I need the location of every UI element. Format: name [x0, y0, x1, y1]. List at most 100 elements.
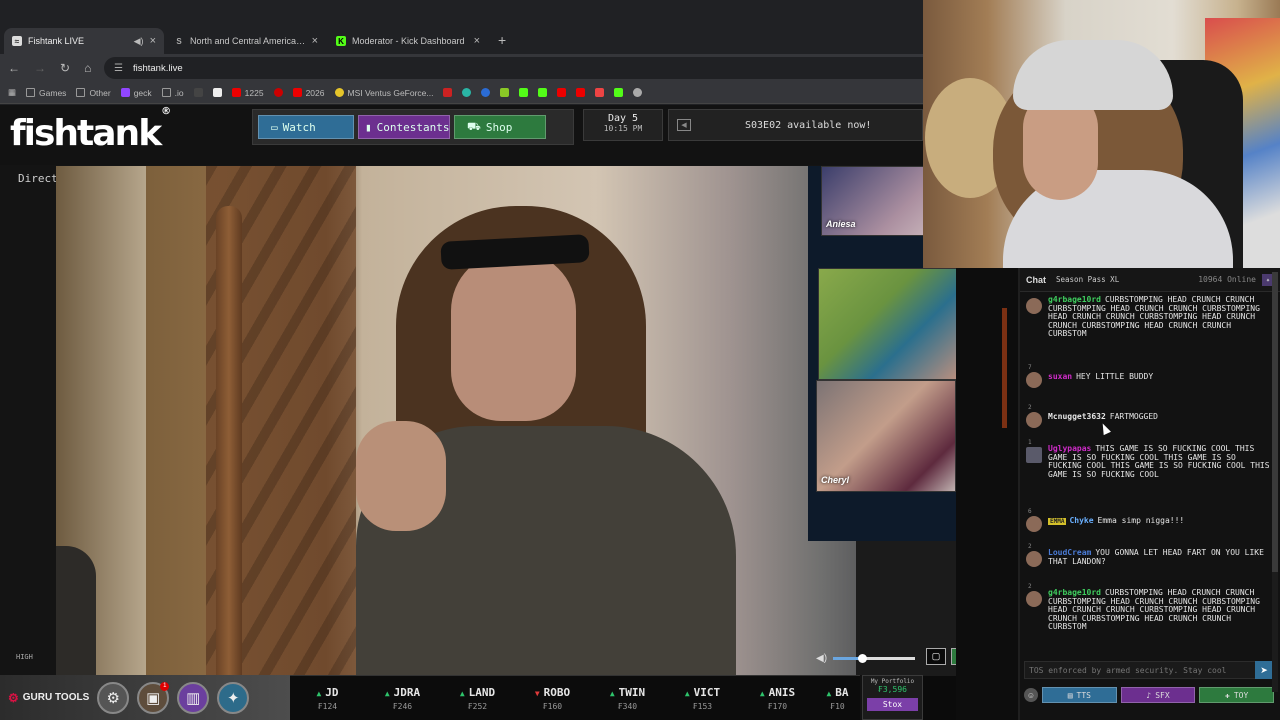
chat-tab[interactable]: Chat: [1026, 275, 1046, 285]
bookmark-games[interactable]: Games: [26, 88, 66, 98]
avatar: [1026, 372, 1042, 388]
stock-item[interactable]: ▲ JDRA ₣246: [365, 676, 440, 720]
stock-item[interactable]: ▲ JD ₣124: [290, 676, 365, 720]
chat-text: HEY LITTLE BUDDY: [1076, 372, 1154, 381]
bookmark-geck[interactable]: geck: [120, 88, 152, 98]
volume-knob[interactable]: [857, 654, 867, 663]
bookmark-2026[interactable]: 2026: [292, 88, 325, 98]
bookmark-other[interactable]: Other: [76, 88, 111, 98]
twitch-icon: [120, 88, 130, 97]
bookmark-icon-13[interactable]: [614, 88, 624, 97]
apps-icon[interactable]: ▦: [8, 87, 16, 98]
browser-tab-fishtank[interactable]: ≈ Fishtank LIVE ◀) ×: [4, 28, 164, 54]
camera-label: Cheryl: [821, 475, 850, 485]
stox-button[interactable]: Stox: [867, 698, 918, 711]
bookmark-icon-11[interactable]: [576, 88, 586, 97]
folder-icon: [161, 88, 171, 97]
camera-thumb-2[interactable]: [818, 268, 956, 380]
bookmark-icon-3[interactable]: [273, 88, 283, 97]
stock-item[interactable]: ▲ VICT ₣153: [665, 676, 740, 720]
chat-username[interactable]: suxan: [1048, 372, 1072, 381]
settings-button[interactable]: ⚙: [97, 681, 130, 714]
items-button[interactable]: ▥: [177, 681, 210, 714]
emoji-icon[interactable]: ☺: [1024, 688, 1038, 702]
tab-close-icon[interactable]: ×: [312, 35, 318, 47]
bookmark-icon-5[interactable]: [462, 88, 472, 97]
chat-message[interactable]: 7 suxan HEY LITTLE BUDDY: [1026, 364, 1270, 388]
send-icon[interactable]: ➤: [1255, 661, 1273, 679]
chat-input[interactable]: [1025, 662, 1255, 678]
volume-control[interactable]: ◀): [816, 653, 916, 664]
browser-tab-north-america[interactable]: S North and Central America: Co ×: [166, 28, 326, 54]
watch-button[interactable]: ▭ Watch: [258, 115, 354, 139]
inventory-button[interactable]: ▣ 1: [137, 681, 170, 714]
bookmark-msi[interactable]: MSI Ventus GeForce...: [334, 88, 433, 98]
bookmark-icon-12[interactable]: [595, 88, 605, 97]
contestants-button[interactable]: ▮ Contestants: [358, 115, 450, 139]
forward-icon[interactable]: →: [34, 61, 46, 75]
chat-message[interactable]: g4rbage10rd CURBSTOMPING HEAD CRUNCH CRUN…: [1026, 295, 1270, 339]
home-icon[interactable]: ⌂: [84, 61, 91, 75]
bookmark-icon-10[interactable]: [557, 88, 567, 97]
fishtank-logo[interactable]: fishtank®: [10, 106, 171, 154]
stock-name: VICT: [693, 686, 721, 699]
chat-message[interactable]: 1 Uglypapas THIS GAME IS SO FUCKING COOL …: [1026, 439, 1270, 479]
bookmark-icon-7[interactable]: [500, 88, 510, 97]
ticker-back-icon[interactable]: ◀: [677, 119, 691, 131]
shop-button[interactable]: ⛟ Shop: [454, 115, 546, 139]
bookmark-icon-8[interactable]: [519, 88, 529, 97]
live-video[interactable]: Aniesa Cheryl: [56, 166, 956, 676]
bookmark-icon-14[interactable]: [633, 88, 643, 97]
stock-item[interactable]: ▲ ANIS ₣170: [740, 676, 815, 720]
notification-badge: 1: [160, 681, 170, 691]
emma-badge: EMMA: [1048, 518, 1067, 525]
stock-item[interactable]: ▲ TWIN ₣340: [590, 676, 665, 720]
volume-icon[interactable]: ◀): [816, 653, 827, 664]
pip-icon[interactable]: ▢: [926, 648, 946, 665]
chat-message[interactable]: 6 EMMA Chyke Emma simp nigga!!!: [1026, 508, 1270, 532]
tab-close-icon[interactable]: ×: [474, 35, 480, 47]
bookmark-icon-1[interactable]: [193, 88, 203, 97]
volume-slider[interactable]: [833, 654, 916, 663]
stock-item[interactable]: ▼ ROBO ₣160: [515, 676, 590, 720]
map-button[interactable]: ✦: [217, 681, 250, 714]
bookmark-icon-9[interactable]: [538, 88, 548, 97]
tab-close-icon[interactable]: ×: [150, 35, 156, 47]
chat-scroll-thumb[interactable]: [1272, 272, 1278, 572]
avatar: [1026, 516, 1042, 532]
kick-favicon-icon: K: [336, 36, 346, 46]
bookmark-icon-2[interactable]: [212, 88, 222, 97]
browser-tab-kick-dashboard[interactable]: K Moderator - Kick Dashboard ×: [328, 28, 488, 54]
address-input[interactable]: ☰ fishtank.live: [104, 57, 923, 79]
stock-name: JDRA: [393, 686, 421, 699]
guru-tools-label[interactable]: ⚙ GURU TOOLS: [8, 691, 89, 705]
bookmark-1225[interactable]: 1225: [231, 88, 264, 98]
chat-message[interactable]: 2 g4rbage10rd CURBSTOMPING HEAD CRUNCH CR…: [1026, 583, 1270, 632]
chat-username[interactable]: Mcnugget3632: [1048, 412, 1106, 421]
chat-level: 2: [1028, 543, 1032, 550]
chat-message[interactable]: 2 LoudCream YOU GONNA LET HEAD FART ON YO…: [1026, 543, 1270, 567]
camera-thumb-3[interactable]: Cheryl: [816, 380, 956, 492]
bookmark-icon-6[interactable]: [481, 88, 491, 97]
new-tab-icon[interactable]: +: [490, 32, 514, 54]
toy-button[interactable]: ✚ TOY: [1199, 687, 1275, 703]
chat-username[interactable]: Chyke: [1069, 516, 1093, 525]
tab-audio-icon[interactable]: ◀): [134, 36, 144, 47]
quality-label[interactable]: HIGH: [16, 653, 33, 661]
bookmark-icon-4[interactable]: [443, 88, 453, 97]
stock-item[interactable]: ▲ LAND ₣252: [440, 676, 515, 720]
reload-icon[interactable]: ↻: [60, 61, 70, 75]
sfx-button[interactable]: ♪ SFX: [1120, 687, 1196, 703]
season-pass-tab[interactable]: Season Pass XL: [1056, 275, 1119, 284]
back-icon[interactable]: ←: [8, 61, 20, 75]
stock-item[interactable]: ▲ BA ₣10: [815, 676, 860, 720]
stock-price: ₣160: [542, 702, 563, 711]
chat-message[interactable]: 2 Mcnugget3632 FARTMOGGED: [1026, 404, 1270, 428]
tts-button[interactable]: ▤ TTS: [1042, 687, 1117, 703]
bookmark-io[interactable]: .io: [161, 88, 184, 98]
stock-up-icon: ▲: [384, 689, 390, 698]
site-info-icon[interactable]: ☰: [114, 63, 123, 74]
chat-level: 2: [1028, 583, 1032, 590]
jar-icon: ▥: [186, 689, 201, 707]
chat-scrollbar[interactable]: [1272, 272, 1278, 692]
